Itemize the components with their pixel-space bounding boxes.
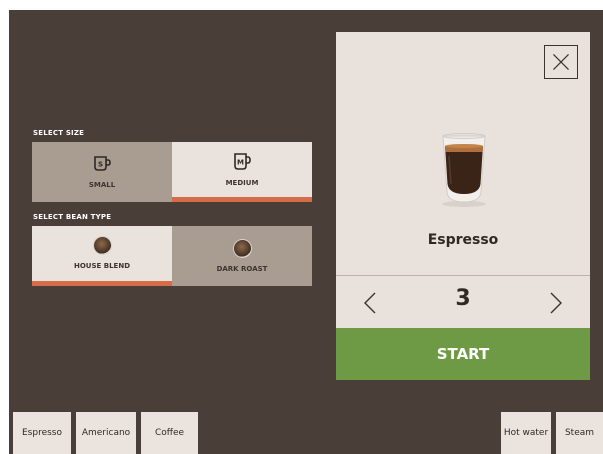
divider bbox=[336, 275, 590, 276]
size-small-label: SMALL bbox=[88, 181, 116, 189]
bean-house-blend-button[interactable]: HOUSE BLEND bbox=[32, 226, 172, 286]
select-size-label: SELECT SIZE bbox=[33, 129, 85, 137]
chevron-right-icon bbox=[550, 292, 562, 314]
cup-medium-icon: M bbox=[234, 152, 251, 170]
size-small-button[interactable]: S SMALL bbox=[32, 142, 172, 202]
close-button[interactable] bbox=[544, 45, 578, 79]
select-bean-type-label: SELECT BEAN TYPE bbox=[33, 213, 112, 221]
bean-house-blend-label: HOUSE BLEND bbox=[74, 262, 130, 270]
drink-hot-water-button[interactable]: Hot water bbox=[501, 412, 551, 454]
drink-steam-button[interactable]: Steam bbox=[556, 412, 603, 454]
drink-coffee-button[interactable]: Coffee bbox=[141, 412, 198, 454]
bean-dark-roast-button[interactable]: DARK ROAST bbox=[172, 226, 312, 286]
svg-text:M: M bbox=[237, 158, 244, 166]
size-medium-button[interactable]: M MEDIUM bbox=[172, 142, 312, 202]
bean-icon bbox=[93, 237, 111, 254]
drink-name: Espresso bbox=[427, 232, 499, 248]
espresso-cup-image bbox=[442, 133, 486, 207]
bean-dark-roast-label: DARK ROAST bbox=[216, 264, 268, 273]
svg-text:S: S bbox=[98, 161, 103, 169]
drink-panel: Espresso 3 START bbox=[336, 32, 590, 380]
start-button[interactable]: START bbox=[336, 328, 590, 380]
machine-screen: SELECT SIZE S SMALL M MEDIUM SELECT BEAN… bbox=[9, 10, 603, 454]
bean-icon bbox=[233, 239, 251, 257]
size-medium-label: MEDIUM bbox=[225, 178, 259, 187]
bean-type-selector: HOUSE BLEND DARK ROAST bbox=[32, 226, 312, 286]
increase-quantity-button[interactable] bbox=[546, 287, 566, 319]
cup-small-icon: S bbox=[94, 156, 111, 171]
close-icon bbox=[553, 54, 569, 70]
drink-espresso-button[interactable]: Espresso bbox=[13, 412, 71, 454]
size-selector: S SMALL M MEDIUM bbox=[32, 142, 312, 202]
drink-americano-button[interactable]: Americano bbox=[76, 412, 136, 454]
